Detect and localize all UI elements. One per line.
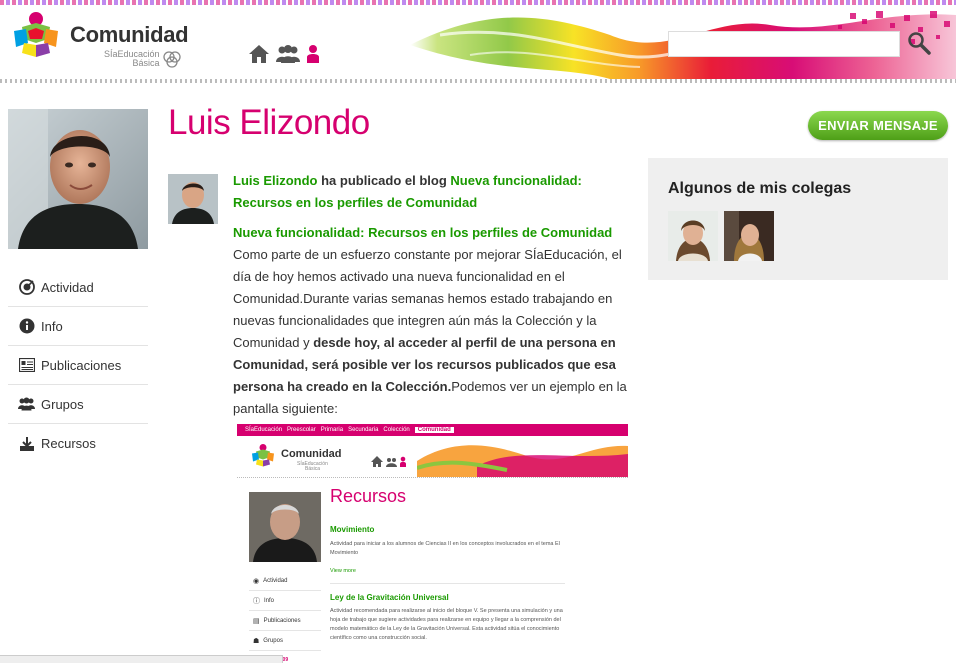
home-icon[interactable] <box>248 44 270 69</box>
post-text: Como parte de un esfuerzo constante por … <box>233 244 633 420</box>
embed-logo <box>252 444 274 467</box>
comunidad-logo[interactable] <box>8 9 64 59</box>
sep-emblem-icon <box>163 51 181 68</box>
send-message-button[interactable]: ENVIAR MENSAJE <box>808 111 948 140</box>
resources-icon <box>18 435 35 452</box>
embed-sidebar-label: Grupos <box>263 637 283 644</box>
colleague-avatar[interactable] <box>668 211 718 261</box>
embed-topbar-item: Preescolar <box>287 427 316 433</box>
brand-title[interactable]: Comunidad <box>70 22 189 48</box>
horizontal-scrollbar[interactable] <box>0 655 283 663</box>
colleagues-title: Algunos de mis colegas <box>668 180 852 197</box>
post-embedded-screenshot: SÍaEducación Preescolar Primaria Secunda… <box>237 424 628 663</box>
post-action-text: ha publicado el blog <box>317 173 451 188</box>
groups-icon[interactable] <box>276 44 300 69</box>
embed-sidebar-label: Actividad <box>263 577 288 584</box>
profile-sidebar-nav: Actividad Info Publicaciones Grupos Recu… <box>8 268 148 463</box>
embed-item-1-text: Actividad para iniciar a los alumnos de … <box>330 541 560 556</box>
search-icon <box>908 31 931 55</box>
post-header: Luis Elizondo ha publicado el blog Nueva… <box>233 170 633 214</box>
embed-nav-icons <box>371 456 406 467</box>
embed-topbar-item: Colección <box>383 427 410 433</box>
embed-brand-sub-2: Básica <box>305 466 321 472</box>
embed-brand-sub: SÍaEducación Básica <box>297 462 328 472</box>
embed-section-title: Recursos <box>330 486 407 506</box>
brand-subtitle: SÍaEducación Básica <box>104 50 160 68</box>
header-divider <box>0 79 956 83</box>
embed-sidebar-item: ◉ Actividad <box>249 571 321 591</box>
person-icon[interactable] <box>306 44 320 69</box>
profile-name: Luis Elizondo <box>168 103 370 142</box>
embed-item-1-link: View more <box>330 568 356 574</box>
embed-sidebar: ◉ Actividad ⓘ Info ▤ Publicaciones ☗ Grupos <box>249 571 321 651</box>
sidebar-item-publicaciones[interactable]: Publicaciones <box>8 346 148 385</box>
embed-sidebar-item: ☗ Grupos <box>249 631 321 651</box>
groups-icon <box>18 396 35 413</box>
info-icon <box>18 318 35 335</box>
search-input[interactable] <box>668 31 900 57</box>
search-button[interactable] <box>905 30 933 58</box>
embed-header: Comunidad SÍaEducación Básica <box>237 436 628 478</box>
embed-profile-photo <box>249 492 321 562</box>
site-header: Comunidad SÍaEducación Básica <box>0 0 956 83</box>
embed-splash-decoration <box>417 445 628 477</box>
embed-sidebar-item: ▤ Publicaciones <box>249 611 321 631</box>
embed-topbar-item: Secundaria <box>348 427 379 433</box>
colleague-avatar[interactable] <box>724 211 774 261</box>
post-title-wrap: Nueva funcionalidad: Recursos en los per… <box>233 222 633 244</box>
post-author-avatar[interactable] <box>168 174 218 224</box>
sidebar-item-label: Actividad <box>41 279 94 295</box>
embed-sidebar-label: Publicaciones <box>263 617 301 624</box>
sidebar-item-actividad[interactable]: Actividad <box>8 268 148 307</box>
sidebar-item-label: Grupos <box>41 396 84 412</box>
embed-item-divider <box>330 583 565 584</box>
sidebar-item-info[interactable]: Info <box>8 307 148 346</box>
sidebar-item-label: Publicaciones <box>41 357 122 373</box>
embed-item-1-title: Movimiento <box>330 525 375 534</box>
brand-subtitle-line-2: Básica <box>132 58 160 68</box>
embed-sidebar-label: Info <box>264 597 275 604</box>
embed-item-2-text: Actividad recomendada para realizarse al… <box>330 608 563 641</box>
embed-brand: Comunidad <box>281 448 342 460</box>
embed-topbar: SÍaEducación Preescolar Primaria Secunda… <box>237 424 628 436</box>
embed-topbar-item-active: Comunidad <box>414 427 454 433</box>
sidebar-item-label: Info <box>41 318 63 334</box>
sidebar-item-grupos[interactable]: Grupos <box>8 385 148 424</box>
post-title-link[interactable]: Nueva funcionalidad: Recursos en los per… <box>233 225 612 240</box>
profile-photo <box>8 109 148 249</box>
embed-sidebar-item: ⓘ Info <box>249 591 321 611</box>
sidebar-item-label: Recursos <box>41 436 96 451</box>
activity-icon <box>18 279 35 296</box>
embed-topbar-item: Primaria <box>320 427 344 433</box>
embed-item-2-title: Ley de la Gravitación Universal <box>330 593 449 602</box>
colleagues-panel: Algunos de mis colegas <box>648 158 948 280</box>
embed-topbar-item: SÍaEducación <box>245 427 283 433</box>
sidebar-item-recursos[interactable]: Recursos <box>8 424 148 463</box>
blog-post: Luis Elizondo ha publicado el blog Nueva… <box>233 170 633 420</box>
post-author-link[interactable]: Luis Elizondo <box>233 173 318 188</box>
header-nav-icons <box>248 44 320 69</box>
publications-icon <box>18 357 35 374</box>
